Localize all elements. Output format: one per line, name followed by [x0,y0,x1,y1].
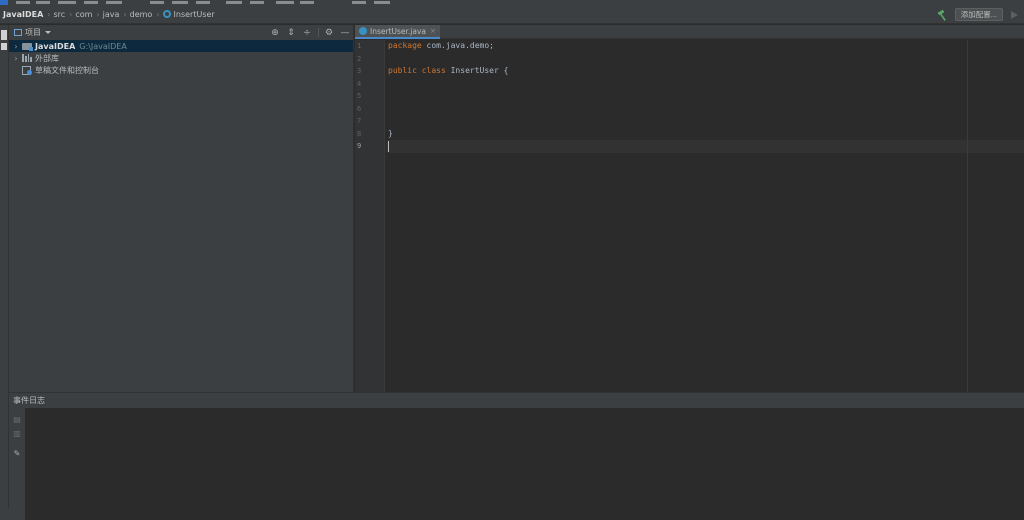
tab-label: InsertUser.java [370,26,427,36]
tree-item-scratches[interactable]: 草稿文件和控制台 [9,64,353,76]
line-number-gutter: 1 2 3 4 5 6 7 8 9 [355,40,385,392]
bottom-left-tool-strip [0,508,9,520]
project-panel: 项目 ⊕ ⇕ ÷ ⚙ — › JavaIDEA G:\JavaIDEA › 外部… [9,25,354,392]
chevron-right-icon[interactable]: › [12,42,20,51]
current-line-highlight [386,140,1024,153]
event-log-header: 事件日志 [9,393,1024,408]
navigation-bar: JavaIDEA › src › com › java › demo › Ins… [0,5,1024,24]
run-icon[interactable] [1011,10,1018,19]
hide-icon[interactable]: — [339,27,351,39]
breadcrumb-class[interactable]: InsertUser [160,5,215,24]
hammer-icon[interactable] [937,9,949,21]
text-caret [388,141,389,152]
breadcrumb-demo[interactable]: demo [127,5,153,24]
line-number: 2 [357,54,362,63]
class-icon [162,10,171,18]
trash-icon[interactable]: ▥ [12,428,22,438]
project-panel-title[interactable]: 项目 [25,27,41,38]
chevron-right-icon: › [47,9,51,19]
event-log-toolbar: ▤ ▥ ✎ [9,408,25,520]
line-number: 3 [357,67,362,75]
expand-all-icon[interactable]: ⇕ [285,27,297,39]
library-icon [22,54,32,62]
chevron-right-icon[interactable]: › [12,54,20,63]
tree-item-label: 外部库 [35,53,59,63]
line-number: 8 [357,129,362,138]
editor-tab-bar: InsertUser.java × [355,25,1024,39]
module-folder-icon [22,42,33,51]
project-tool-tab[interactable] [1,30,7,40]
breadcrumb-com[interactable]: com [72,5,92,24]
code-line-3: public class InsertUser { [388,66,509,75]
project-panel-header: 项目 ⊕ ⇕ ÷ ⚙ — [9,25,353,40]
line-number: 9 [357,142,362,150]
code-area[interactable]: package com.java.demo; public class Inse… [386,40,1024,392]
line-number: 5 [357,92,362,100]
event-log-panel: 事件日志 ▤ ▥ ✎ [9,392,1024,520]
line-number: 4 [357,79,362,88]
java-class-icon [359,27,367,35]
right-margin-guide [967,40,968,392]
chevron-right-icon: › [96,9,100,19]
breadcrumb-java[interactable]: java [100,5,120,24]
breadcrumb-class-label: InsertUser [173,9,215,19]
structure-tool-tab[interactable] [1,43,7,50]
left-tool-strip [0,25,9,520]
breadcrumb-src[interactable]: src [50,5,65,24]
locate-icon[interactable]: ⊕ [269,27,281,39]
tab-insertuser-java[interactable]: InsertUser.java × [355,25,440,39]
add-configuration-button[interactable]: 添加配置... [954,8,1003,21]
project-view-icon [14,29,22,36]
line-number: 7 [357,117,362,125]
tree-item-project[interactable]: › JavaIDEA G:\JavaIDEA [9,40,353,52]
code-editor: InsertUser.java × 1 2 3 4 5 6 7 8 9 package com.… [355,25,1024,392]
line-number: 6 [357,104,362,113]
code-line-8: } [388,128,393,138]
event-log-title: 事件日志 [13,396,45,405]
chevron-down-icon[interactable] [45,31,51,34]
code-line-1: package com.java.demo; [388,41,494,50]
gear-icon[interactable]: ⚙ [323,27,335,39]
tree-item-label: JavaIDEA [35,41,76,51]
mark-read-icon[interactable]: ▤ [12,414,22,424]
collapse-all-icon[interactable]: ÷ [301,27,313,39]
tree-item-label: 草稿文件和控制台 [35,65,99,75]
wrench-icon[interactable]: ✎ [12,448,22,458]
tree-item-path: G:\JavaIDEA [79,41,127,51]
chevron-right-icon: › [123,9,127,19]
breadcrumb-project[interactable]: JavaIDEA [0,5,43,24]
close-icon[interactable]: × [430,27,436,35]
tree-item-external-libraries[interactable]: › 外部库 [9,52,353,64]
scratches-icon [22,65,32,75]
line-number: 1 [357,42,362,50]
chevron-right-icon: › [69,9,73,19]
chevron-right-icon: › [156,9,160,19]
